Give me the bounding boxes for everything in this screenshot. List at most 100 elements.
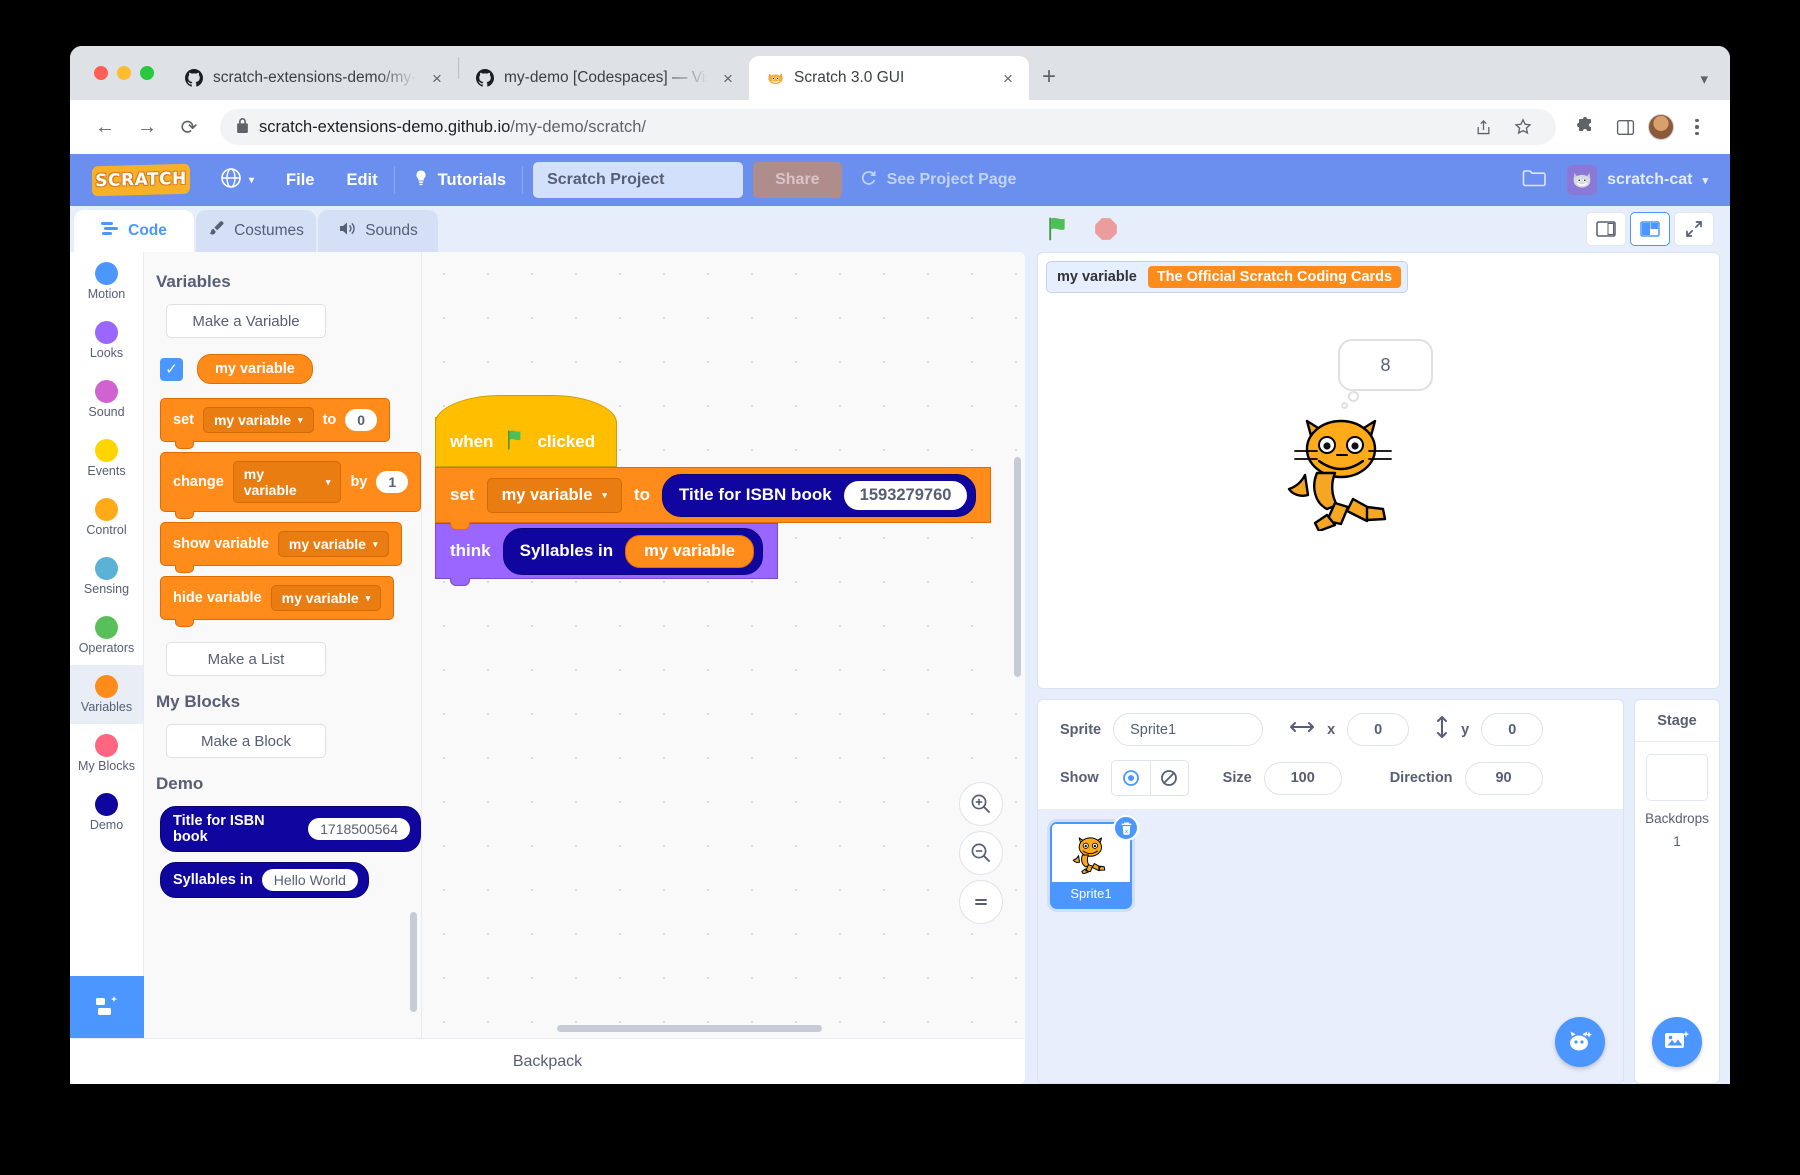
sprite-name-input[interactable]: Sprite1 (1113, 713, 1263, 746)
back-button[interactable]: ← (86, 108, 124, 146)
share-icon[interactable] (1466, 110, 1500, 144)
variable-dropdown[interactable]: my variable ▾ (203, 407, 314, 433)
browser-tab-2[interactable]: my-demo [Codespaces] — Visual Studio Cod… (459, 56, 749, 100)
reload-button[interactable]: ⟳ (170, 108, 208, 146)
category-looks[interactable]: Looks (70, 311, 143, 370)
category-sensing[interactable]: Sensing (70, 547, 143, 606)
close-tab-icon[interactable]: × (717, 67, 739, 89)
forward-button[interactable]: → (128, 108, 166, 146)
extensions-puzzle-icon[interactable] (1568, 110, 1602, 144)
three-dot-menu-icon[interactable] (1680, 110, 1714, 144)
palette-scrollbar[interactable] (410, 912, 417, 1012)
palette-block-hide-variable[interactable]: hide variable my variable ▾ (160, 576, 394, 620)
maximize-window-button[interactable] (140, 66, 154, 80)
category-my-blocks[interactable]: My Blocks (70, 724, 143, 783)
x-input[interactable]: 0 (1347, 713, 1409, 746)
category-sound[interactable]: Sound (70, 370, 143, 429)
address-bar[interactable]: scratch-extensions-demo.github.io/my-dem… (220, 109, 1556, 145)
see-project-page-button[interactable]: See Project Page (842, 169, 1035, 192)
category-demo[interactable]: Demo (70, 783, 143, 842)
eye-icon[interactable] (1112, 761, 1150, 795)
block-palette[interactable]: Variables Make a Variable ✓ my variable … (144, 252, 422, 1038)
green-flag-button[interactable] (1043, 214, 1073, 244)
tab-costumes[interactable]: Costumes (196, 210, 316, 252)
backpack-bar[interactable]: Backpack (70, 1038, 1025, 1084)
workspace-horizontal-scrollbar[interactable] (557, 1025, 822, 1032)
category-operators[interactable]: Operators (70, 606, 143, 665)
category-variables[interactable]: Variables (70, 665, 143, 724)
variable-reporter-my-variable[interactable]: my variable (197, 354, 313, 384)
stage-backdrop-thumbnail[interactable] (1646, 754, 1708, 801)
close-tab-icon[interactable]: × (997, 67, 1019, 89)
palette-block-set-variable[interactable]: set my variable ▾ to 0 (160, 398, 390, 442)
reporter-value-input[interactable]: 1593279760 (844, 481, 968, 510)
workspace-vertical-scrollbar[interactable] (1014, 457, 1021, 677)
category-control[interactable]: Control (70, 488, 143, 547)
eye-slash-icon[interactable] (1150, 761, 1188, 795)
browser-tab-3[interactable]: Scratch 3.0 GUI × (749, 56, 1029, 100)
tab-sounds[interactable]: Sounds (318, 210, 438, 252)
stage-selector-panel[interactable]: Stage Backdrops 1 (1634, 699, 1720, 1084)
chevron-down-icon[interactable]: ▾ (1700, 70, 1708, 88)
share-button[interactable]: Share (753, 162, 841, 198)
stop-button[interactable] (1091, 214, 1121, 244)
value-input[interactable]: 1 (376, 471, 408, 493)
sprite-list[interactable]: x (1038, 810, 1623, 1083)
profile-avatar[interactable] (1648, 114, 1674, 140)
category-events[interactable]: Events (70, 429, 143, 488)
scratch-logo[interactable]: SCRATCH (92, 164, 190, 197)
browser-tab-1[interactable]: scratch-extensions-demo/my-demo × (168, 56, 458, 100)
scratch-cat-sprite[interactable] (1283, 403, 1403, 536)
value-input[interactable]: 0 (345, 409, 377, 431)
close-window-button[interactable] (94, 66, 108, 80)
fullscreen-button[interactable] (1674, 212, 1714, 246)
project-name-input[interactable]: Scratch Project (533, 162, 743, 198)
large-stage-button[interactable] (1630, 212, 1670, 246)
edit-menu[interactable]: Edit (330, 154, 393, 206)
variable-monitor[interactable]: my variable The Official Scratch Coding … (1046, 261, 1408, 293)
file-menu[interactable]: File (270, 154, 330, 206)
sprite-tile-sprite1[interactable]: x (1050, 822, 1132, 909)
stage-canvas[interactable]: my variable The Official Scratch Coding … (1037, 252, 1720, 689)
block-set-variable-to[interactable]: set my variable ▾ to Title for ISBN book… (435, 467, 991, 523)
palette-block-show-variable[interactable]: show variable my variable ▾ (160, 522, 402, 566)
make-a-variable-button[interactable]: Make a Variable (166, 304, 326, 338)
reporter-title-for-isbn-book[interactable]: Title for ISBN book 1593279760 (662, 474, 976, 517)
sidebar-icon[interactable] (1608, 110, 1642, 144)
add-backdrop-button[interactable] (1652, 1017, 1702, 1067)
make-a-list-button[interactable]: Make a List (166, 642, 326, 676)
folder-icon[interactable] (1521, 166, 1547, 195)
add-extension-button[interactable] (70, 976, 144, 1038)
tutorials-menu[interactable]: Tutorials (395, 154, 522, 206)
y-input[interactable]: 0 (1481, 713, 1543, 746)
language-menu[interactable]: ▾ (204, 154, 270, 206)
variable-checkbox[interactable]: ✓ (160, 358, 183, 381)
direction-input[interactable]: 90 (1465, 762, 1543, 795)
palette-block-syllables-in[interactable]: Syllables in Hello World (160, 862, 369, 898)
variable-dropdown[interactable]: my variable ▾ (233, 461, 342, 503)
reporter-my-variable[interactable]: my variable (625, 535, 754, 568)
zoom-reset-button[interactable] (959, 880, 1003, 924)
tab-code[interactable]: Code (74, 210, 194, 252)
small-stage-button[interactable] (1586, 212, 1626, 246)
account-menu[interactable]: scratch-cat ▾ (1567, 165, 1708, 195)
variable-dropdown[interactable]: my variable ▾ (278, 531, 389, 557)
palette-block-title-for-isbn[interactable]: Title for ISBN book 1718500564 (160, 806, 421, 852)
value-input[interactable]: 1718500564 (308, 818, 410, 840)
new-tab-button[interactable]: + (1029, 57, 1069, 97)
category-motion[interactable]: Motion (70, 252, 143, 311)
close-tab-icon[interactable]: × (426, 67, 448, 89)
size-input[interactable]: 100 (1264, 762, 1342, 795)
zoom-in-button[interactable] (959, 782, 1003, 826)
value-input[interactable]: Hello World (262, 869, 358, 891)
block-think[interactable]: think Syllables in my variable (435, 523, 778, 579)
palette-block-change-variable[interactable]: change my variable ▾ by 1 (160, 452, 421, 512)
script-stack[interactable]: when clicked set my variable (435, 417, 1025, 579)
code-workspace[interactable]: when clicked set my variable (422, 252, 1025, 1038)
add-sprite-button[interactable] (1555, 1017, 1605, 1067)
variable-dropdown[interactable]: my variable ▾ (487, 478, 622, 513)
block-when-flag-clicked[interactable]: when clicked (435, 417, 617, 467)
minimize-window-button[interactable] (117, 66, 131, 80)
make-a-block-button[interactable]: Make a Block (166, 724, 326, 758)
trash-icon[interactable]: x (1113, 815, 1139, 841)
